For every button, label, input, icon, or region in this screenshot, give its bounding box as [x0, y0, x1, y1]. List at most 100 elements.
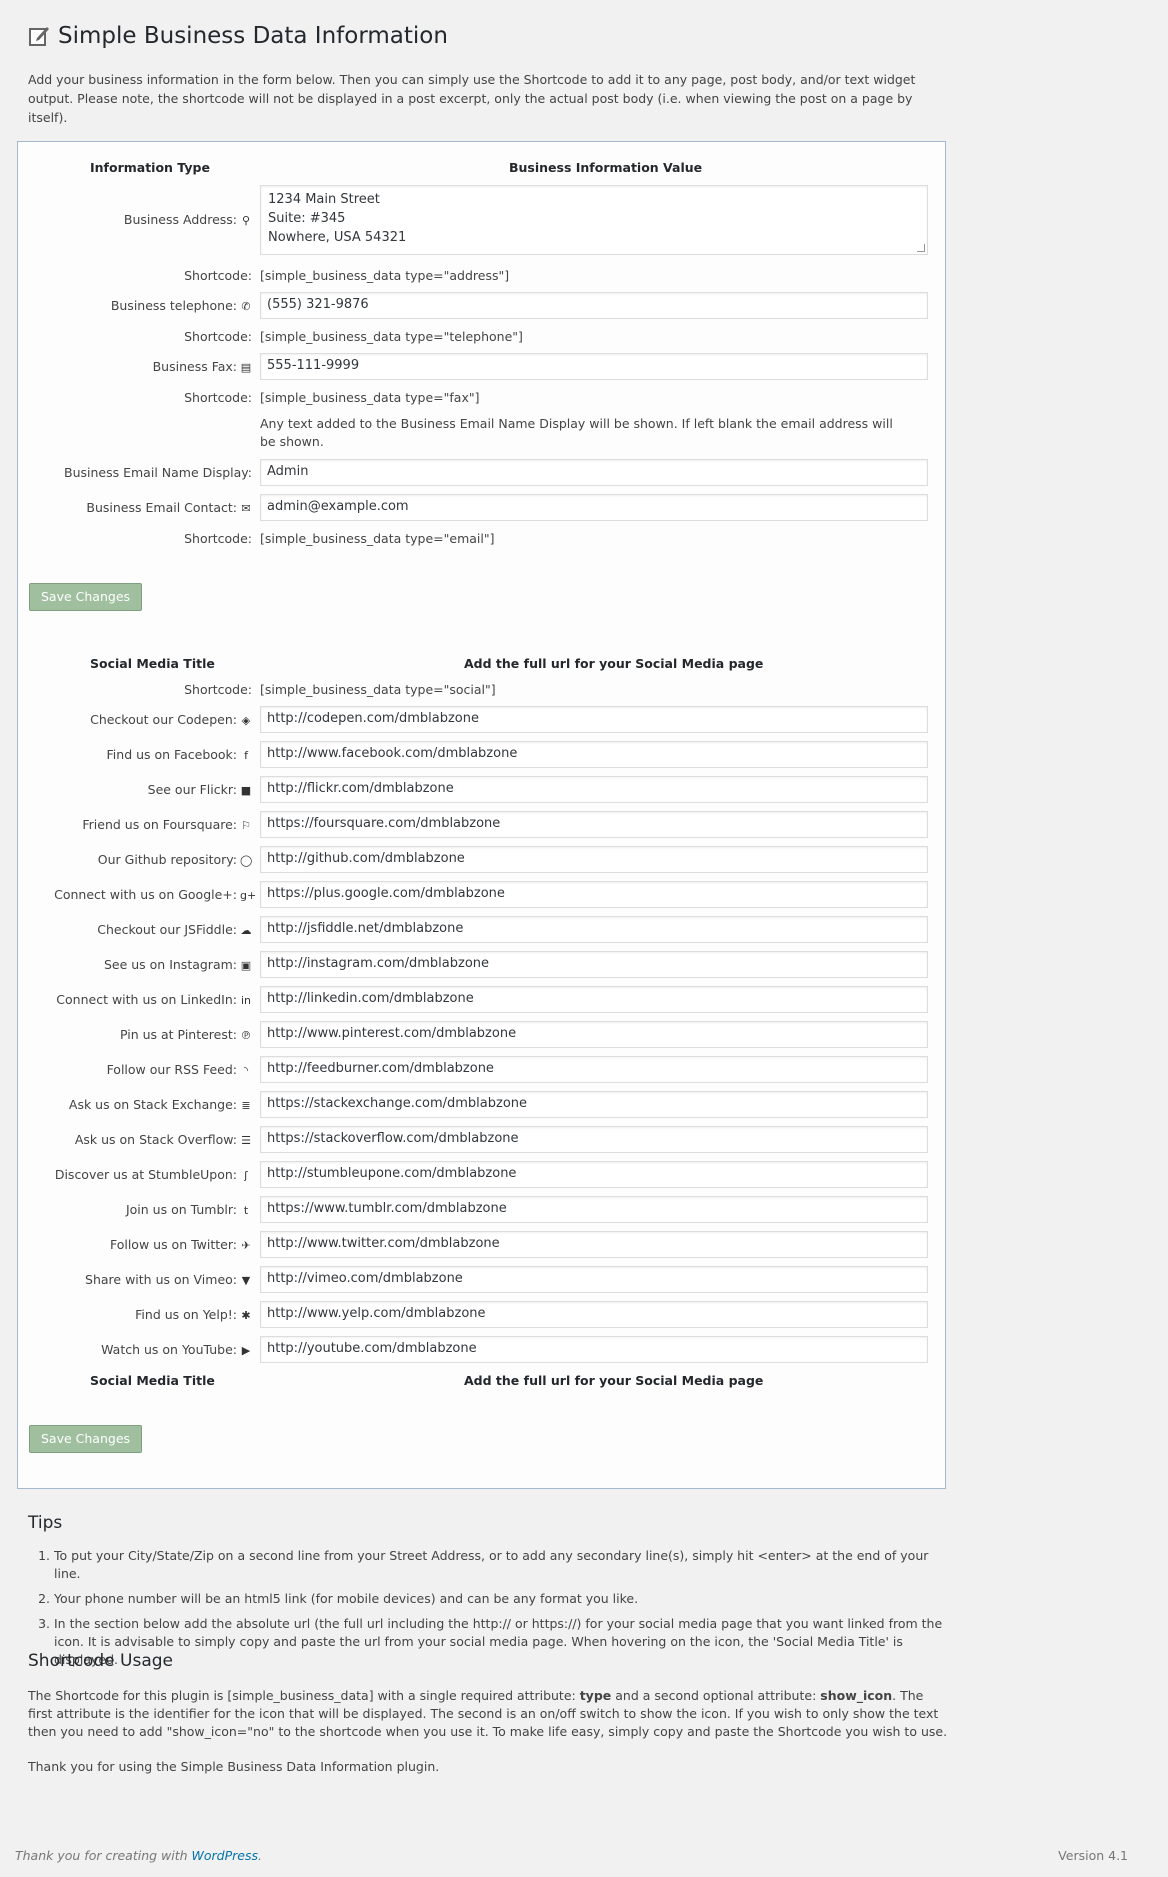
social-col-footer-title: Social Media Title [90, 1373, 215, 1388]
social-label: Ask us on Stack Overflow: [74, 1132, 237, 1147]
email-name-label: Business Email Name Display: [64, 465, 252, 480]
address-textarea[interactable]: 1234 Main Street Suite: #345 Nowhere, US… [260, 185, 928, 255]
yelp-icon: ✱ [241, 1309, 251, 1322]
footer-text: . [258, 1848, 262, 1863]
social-url-input[interactable]: http://linkedin.com/dmblabzone [260, 986, 928, 1013]
codepen-icon: ◈ [241, 714, 251, 727]
social-label: Connect with us on LinkedIn: [56, 992, 237, 1007]
email-shortcode: [simple_business_data type="email"] [260, 531, 495, 546]
social-url-input[interactable]: http://codepen.com/dmblabzone [260, 706, 928, 733]
save-button[interactable]: Save Changes [29, 583, 143, 611]
social-url-input[interactable]: http://www.twitter.com/dmblabzone [260, 1231, 928, 1258]
telephone-label: Business telephone: [110, 298, 237, 313]
tumblr-icon: t [243, 1204, 249, 1217]
fax-shortcode: [simple_business_data type="fax"] [260, 390, 480, 405]
fax-icon: ▤ [240, 361, 252, 374]
social-url-input[interactable]: https://www.tumblr.com/dmblabzone [260, 1196, 928, 1223]
pinterest-icon: ℗ [240, 1029, 252, 1042]
thank-you-text: Thank you for using the Simple Business … [28, 1759, 440, 1774]
social-label: See us on Instagram: [103, 957, 237, 972]
stack-overflow-icon: ☰ [241, 1134, 251, 1147]
tip-item: Your phone number will be an html5 link … [54, 1590, 948, 1608]
social-url-input[interactable]: http://jsfiddle.net/dmblabzone [260, 916, 928, 943]
save-social-button[interactable]: Save Changes [29, 1425, 143, 1453]
shortcode-usage-title: Shortcode Usage [28, 1651, 173, 1671]
resize-handle[interactable] [917, 244, 925, 252]
address-row: Business Address: ⚲ 1234 Main Street Suit… [18, 185, 947, 255]
social-label: Share with us on Vimeo: [85, 1272, 237, 1287]
social-shortcode: [simple_business_data type="social"] [260, 682, 496, 697]
social-url-input[interactable]: http://www.facebook.com/dmblabzone [260, 741, 928, 768]
social-url-input[interactable]: https://foursquare.com/dmblabzone [260, 811, 928, 838]
tip-item: To put your City/State/Zip on a second l… [54, 1547, 948, 1583]
page-header: Simple Business Data Information Add you… [28, 0, 948, 127]
shortcode-usage-text: The Shortcode for this plugin is [simple… [28, 1687, 948, 1741]
shortcode-label: Shortcode: [184, 268, 252, 283]
youtube-icon: ▶ [241, 1344, 251, 1357]
fax-label: Business Fax: [152, 359, 237, 374]
instagram-icon: ▣ [240, 959, 252, 972]
social-url-input[interactable]: http://www.yelp.com/dmblabzone [260, 1301, 928, 1328]
social-url-input[interactable]: http://stumbleupone.com/dmblabzone [260, 1161, 928, 1188]
social-label: Watch us on YouTube: [101, 1342, 237, 1357]
jsfiddle-icon: ☁ [240, 924, 252, 937]
shortcode-label: Shortcode: [184, 390, 252, 405]
facebook-icon: f [244, 749, 248, 762]
social-url-input[interactable]: http://youtube.com/dmblabzone [260, 1336, 928, 1363]
social-label: Find us on Facebook: [106, 747, 237, 762]
wordpress-link[interactable]: WordPress [192, 1848, 258, 1863]
footer-credit: Thank you for creating with WordPress. [15, 1848, 262, 1863]
social-url-input[interactable]: http://feedburner.com/dmblabzone [260, 1056, 928, 1083]
shortcode-label: Shortcode: [184, 682, 252, 697]
page-title: Simple Business Data Information [58, 23, 448, 49]
github-icon: ◯ [240, 854, 253, 867]
fax-input[interactable]: 555-111-9999 [260, 353, 928, 380]
social-url-input[interactable]: https://stackoverflow.com/dmblabzone [260, 1126, 928, 1153]
social-url-input[interactable]: http://instagram.com/dmblabzone [260, 951, 928, 978]
social-url-input[interactable]: http://www.pinterest.com/dmblabzone [260, 1021, 928, 1048]
address-shortcode: [simple_business_data type="address"] [260, 268, 510, 283]
tips-title: Tips [28, 1513, 63, 1533]
email-note: Any text added to the Business Email Nam… [260, 416, 893, 449]
version-text: Version 4.1 [1058, 1848, 1128, 1863]
address-label: Business Address: [123, 212, 237, 227]
flickr-icon: ■ [240, 784, 252, 797]
usage-text: The Shortcode for this plugin is [simple… [28, 1688, 580, 1703]
social-url-input[interactable]: http://vimeo.com/dmblabzone [260, 1266, 928, 1293]
social-col-header-title: Social Media Title [90, 656, 215, 671]
social-label: Find us on Yelp!: [135, 1307, 237, 1322]
email-contact-input[interactable]: admin@example.com [260, 494, 928, 521]
telephone-input[interactable]: (555) 321-9876 [260, 292, 928, 319]
google-plus-icon: g+ [240, 889, 257, 902]
social-url-input[interactable]: http://flickr.com/dmblabzone [260, 776, 928, 803]
social-label: Pin us at Pinterest: [119, 1027, 237, 1042]
settings-panel: Information Type Business Information Va… [17, 141, 946, 1489]
social-url-input[interactable]: https://stackexchange.com/dmblabzone [260, 1091, 928, 1118]
social-url-input[interactable]: https://plus.google.com/dmblabzone [260, 881, 928, 908]
social-url-input[interactable]: http://github.com/dmblabzone [260, 846, 928, 873]
social-col-footer-url: Add the full url for your Social Media p… [464, 1373, 764, 1388]
edit-icon [29, 27, 49, 46]
linkedin-icon: in [240, 994, 252, 1007]
social-label: Checkout our Codepen: [90, 712, 237, 727]
social-label: Checkout our JSFiddle: [97, 922, 237, 937]
telephone-shortcode: [simple_business_data type="telephone"] [260, 329, 523, 344]
vimeo-icon: ▼ [241, 1274, 251, 1287]
social-label: Join us on Tumblr: [125, 1202, 237, 1217]
social-label: Ask us on Stack Exchange: [68, 1097, 237, 1112]
intro-text: Add your business information in the for… [28, 72, 916, 125]
envelope-icon: ✉ [241, 502, 251, 515]
page-title-row: Simple Business Data Information [28, 20, 948, 52]
footer-text: Thank you for creating with [15, 1848, 192, 1863]
phone-icon: ✆ [241, 300, 251, 313]
social-label: Discover us at StumbleUpon: [54, 1167, 237, 1182]
map-marker-icon: ⚲ [241, 214, 251, 227]
email-name-input[interactable]: Admin [260, 459, 928, 486]
stumbleupon-icon: ʃ [244, 1169, 248, 1182]
usage-type-attr: type [579, 1688, 612, 1703]
twitter-icon: ✈ [241, 1239, 251, 1252]
social-label: Follow our RSS Feed: [106, 1062, 237, 1077]
social-label: Follow us on Twitter: [109, 1237, 237, 1252]
foursquare-icon: ⚐ [241, 819, 251, 832]
social-label: Our Github repository: [97, 852, 237, 867]
